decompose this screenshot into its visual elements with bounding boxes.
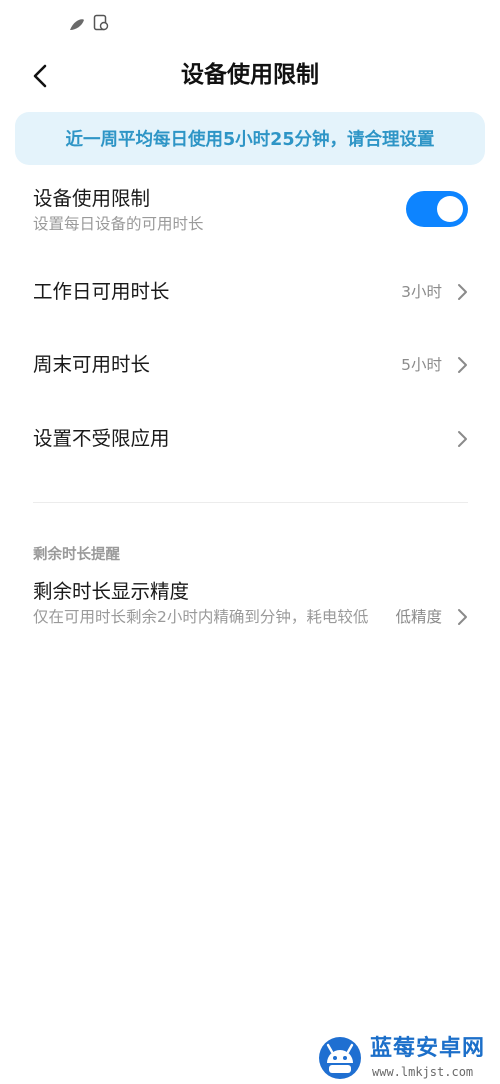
weekend-duration-title: 周末可用时长 xyxy=(33,353,151,376)
watermark: 蓝莓安卓网 www.lmkjst.com xyxy=(312,1030,500,1084)
remaining-precision-value: 低精度 xyxy=(395,608,442,626)
weekday-duration-row[interactable]: 工作日可用时长 3小时 xyxy=(33,276,468,308)
chevron-right-icon xyxy=(458,431,467,447)
document-icon xyxy=(93,14,109,31)
android-logo-icon xyxy=(319,1037,361,1079)
chevron-right-icon xyxy=(458,357,467,373)
device-limit-title: 设备使用限制 xyxy=(33,187,151,210)
weekday-duration-value: 3小时 xyxy=(401,283,442,301)
chevron-right-icon xyxy=(458,284,467,300)
watermark-url: www.lmkjst.com xyxy=(372,1065,474,1079)
remaining-precision-subtitle: 仅在可用时长剩余2小时内精确到分钟，耗电较低 xyxy=(33,608,369,626)
weekend-duration-value: 5小时 xyxy=(401,356,442,374)
weekend-duration-row[interactable]: 周末可用时长 5小时 xyxy=(33,349,468,381)
toggle-knob xyxy=(437,196,463,222)
weekday-duration-title: 工作日可用时长 xyxy=(33,280,170,303)
header: 设备使用限制 xyxy=(0,48,500,104)
chevron-right-icon xyxy=(458,609,467,625)
notification-icon xyxy=(70,19,84,30)
unrestricted-apps-title: 设置不受限应用 xyxy=(33,427,170,450)
page-title: 设备使用限制 xyxy=(181,62,319,88)
divider xyxy=(33,502,468,503)
usage-banner: 近一周平均每日使用5小时25分钟，请合理设置 xyxy=(15,112,485,165)
status-bar xyxy=(0,0,500,48)
remaining-precision-title: 剩余时长显示精度 xyxy=(33,580,190,603)
watermark-brand: 蓝莓安卓网 xyxy=(370,1036,486,1061)
device-limit-subtitle: 设置每日设备的可用时长 xyxy=(33,215,204,233)
usage-banner-text: 近一周平均每日使用5小时25分钟，请合理设置 xyxy=(65,130,435,150)
section-label-reminder: 剩余时长提醒 xyxy=(33,547,120,563)
device-limit-toggle[interactable] xyxy=(406,191,468,227)
remaining-precision-row[interactable]: 剩余时长显示精度 仅在可用时长剩余2小时内精确到分钟，耗电较低 低精度 xyxy=(33,578,468,658)
device-limit-row[interactable]: 设备使用限制 设置每日设备的可用时长 xyxy=(33,185,468,241)
unrestricted-apps-row[interactable]: 设置不受限应用 xyxy=(33,423,468,455)
